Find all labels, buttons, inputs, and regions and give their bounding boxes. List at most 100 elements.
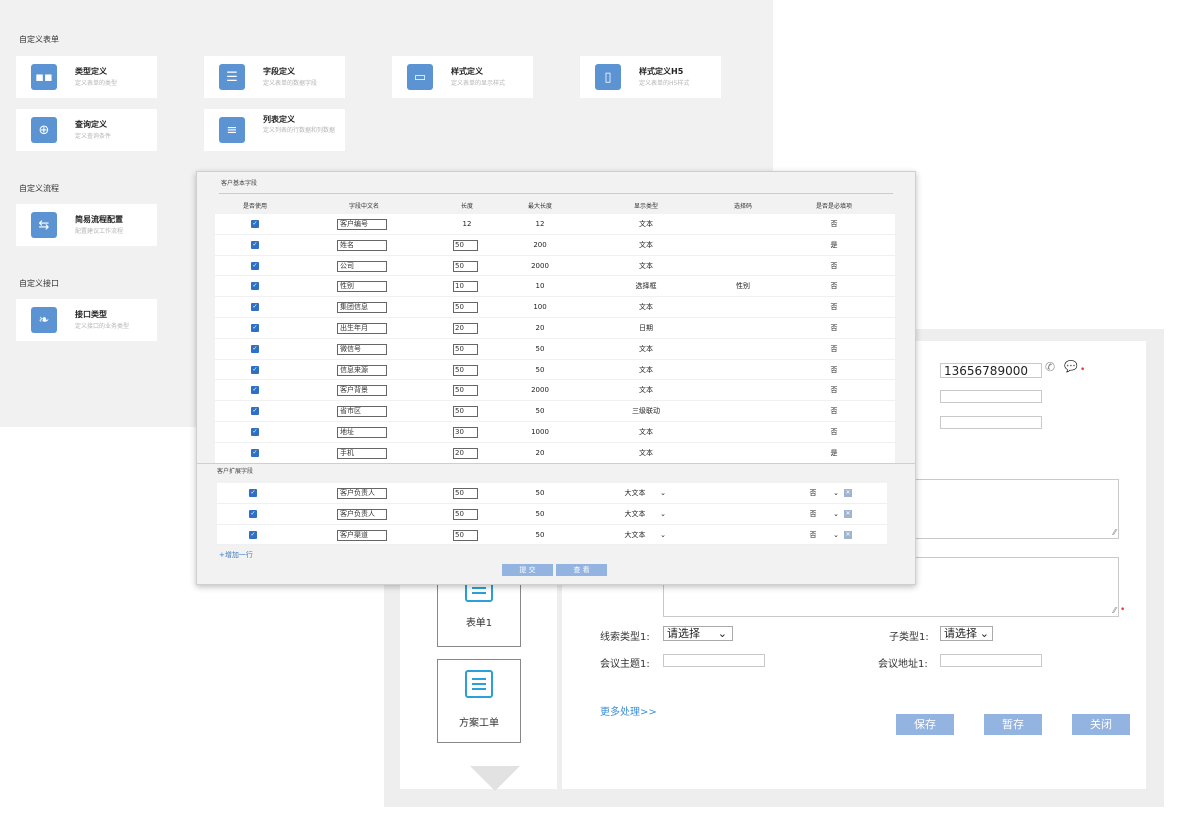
length-input[interactable]: 50 <box>453 406 478 418</box>
length-input[interactable]: 50 <box>453 529 478 541</box>
length-input[interactable]: 50 <box>453 508 478 520</box>
clue-type-value: 请选择 <box>667 627 700 640</box>
meeting-addr-input[interactable] <box>940 654 1042 667</box>
required-select[interactable]: 否 <box>810 504 817 524</box>
field-name-input[interactable]: 信息来源 <box>337 364 387 376</box>
length-input[interactable]: 50 <box>453 302 478 314</box>
field-name-input[interactable]: 出生年月 <box>337 322 387 334</box>
more-actions-link[interactable]: 更多处理>> <box>600 703 657 718</box>
use-checkbox[interactable]: ✓ <box>251 344 259 353</box>
use-checkbox[interactable]: ✓ <box>251 303 259 312</box>
use-checkbox[interactable]: ✓ <box>249 530 257 539</box>
field-name-input[interactable]: 手机 <box>337 447 387 459</box>
save-button[interactable]: 保存 <box>896 714 954 735</box>
length-input[interactable]: 20 <box>453 322 478 334</box>
max-length-value: 2000 <box>531 261 549 270</box>
field-name-input[interactable]: 地址 <box>337 426 387 438</box>
add-row-link[interactable]: +增加一行 <box>219 550 253 560</box>
field-name-input[interactable]: 客户负责人 <box>337 508 387 520</box>
delete-row-icon[interactable]: ✕ <box>844 530 852 539</box>
required-value: 否 <box>830 386 838 395</box>
card-desc: 定义查询条件 <box>75 133 112 140</box>
required-value: 否 <box>830 220 838 228</box>
field-dialog: 客户基本字段 是否使用 字段中文名 长度 最大长度 显示类型 选择码 是否是必填… <box>196 171 916 585</box>
message-icon[interactable]: 💬 <box>1064 360 1078 373</box>
card-api-type[interactable]: ❧ 接口类型 定义接口的业务类型 <box>16 299 157 341</box>
length-input[interactable]: 30 <box>453 426 478 438</box>
display-type-value: 文本 <box>639 344 653 353</box>
table-row: ✓ 客户渠道 50 50 大文本 ⌄ 否 ⌄ ✕ <box>217 524 887 546</box>
view-button[interactable]: 查 看 <box>556 564 607 576</box>
field-name-input[interactable]: 客户渠道 <box>337 529 387 541</box>
max-length-value: 50 <box>535 509 545 518</box>
required-value: 是 <box>830 240 838 249</box>
delete-row-icon[interactable]: ✕ <box>844 509 852 518</box>
field-name-input[interactable]: 客户编号 <box>337 219 387 230</box>
use-checkbox[interactable]: ✓ <box>249 509 257 518</box>
field-name-input[interactable]: 客户背景 <box>337 385 387 397</box>
field2-input[interactable] <box>940 390 1042 403</box>
length-input[interactable]: 10 <box>453 281 478 293</box>
group-divider <box>197 463 915 464</box>
field-name-input[interactable]: 公司 <box>337 260 387 272</box>
card-query-definition[interactable]: ⊕ 查询定义 定义查询条件 <box>16 109 157 151</box>
use-checkbox[interactable]: ✓ <box>251 282 259 291</box>
field-name-input[interactable]: 省市区 <box>337 406 387 418</box>
use-checkbox[interactable]: ✓ <box>251 427 259 436</box>
card-style-definition-h5[interactable]: ▯ 样式定义H5 定义表单的H5样式 <box>580 56 721 98</box>
chevron-down-icon: ⌄ <box>833 489 839 497</box>
use-checkbox[interactable]: ✓ <box>249 489 257 497</box>
phone-input[interactable]: 13656789000 <box>940 363 1042 378</box>
phone-icon[interactable]: ✆ <box>1045 360 1055 374</box>
display-type-value: 文本 <box>639 448 653 457</box>
header-length: 长度 <box>460 203 474 210</box>
field3-input[interactable] <box>940 416 1042 429</box>
field-name-input[interactable]: 客户负责人 <box>337 488 387 499</box>
use-checkbox[interactable]: ✓ <box>251 261 259 270</box>
display-type-select[interactable]: 大文本 <box>625 525 646 545</box>
field-name-input[interactable]: 集团信息 <box>337 302 387 314</box>
length-input[interactable]: 50 <box>453 239 478 251</box>
required-select[interactable]: 否 <box>810 525 817 545</box>
max-length-value: 10 <box>535 282 545 291</box>
use-checkbox[interactable]: ✓ <box>251 220 259 228</box>
field-name-input[interactable]: 性别 <box>337 281 387 293</box>
card-list-definition[interactable]: ≡ 列表定义 定义列表的行数据和列数据 <box>204 109 345 151</box>
sub-type-select[interactable]: 请选择 ⌄ <box>940 626 993 641</box>
display-type-select[interactable]: 大文本 <box>625 483 646 503</box>
card-type-definition[interactable]: ▪▪ 类型定义 定义表单的类型 <box>16 56 157 98</box>
flow-node-plan-order[interactable]: 方案工单 <box>437 659 521 743</box>
length-input[interactable]: 50 <box>453 364 478 376</box>
meeting-topic-input[interactable] <box>663 654 765 667</box>
card-field-definition[interactable]: ☰ 字段定义 定义表单的数据字段 <box>204 56 345 98</box>
required-select[interactable]: 否 <box>810 483 817 503</box>
table-row: ✓ 省市区 50 50 三级联动 否 <box>215 401 895 422</box>
table-row: ✓ 公司 50 2000 文本 否 <box>215 255 895 277</box>
card-style-definition[interactable]: ▭ 样式定义 定义表单的显示样式 <box>392 56 533 98</box>
leaf-icon: ❧ <box>31 307 57 333</box>
length-input[interactable]: 50 <box>453 488 478 499</box>
length-input[interactable]: 20 <box>453 447 478 459</box>
field-name-input[interactable]: 微信号 <box>337 343 387 355</box>
length-input[interactable]: 50 <box>453 343 478 355</box>
use-checkbox[interactable]: ✓ <box>251 407 259 416</box>
use-checkbox[interactable]: ✓ <box>251 365 259 374</box>
use-checkbox[interactable]: ✓ <box>251 386 259 395</box>
card-simple-flow-config[interactable]: ⇆ 简易流程配置 配置建议工作流程 <box>16 204 157 246</box>
close-button[interactable]: 关闭 <box>1072 714 1130 735</box>
clue-type-select[interactable]: 请选择 ⌄ <box>663 626 733 641</box>
field-name-input[interactable]: 姓名 <box>337 239 387 251</box>
use-checkbox[interactable]: ✓ <box>251 323 259 332</box>
use-checkbox[interactable]: ✓ <box>251 240 259 249</box>
temp-save-button[interactable]: 暂存 <box>984 714 1042 735</box>
submit-button[interactable]: 提 交 <box>502 564 553 576</box>
display-type-select[interactable]: 大文本 <box>625 504 646 524</box>
delete-row-icon[interactable]: ✕ <box>844 489 852 497</box>
card-title: 查询定义 <box>75 120 107 129</box>
length-input[interactable]: 50 <box>453 260 478 272</box>
max-length-value: 50 <box>535 407 545 416</box>
use-checkbox[interactable]: ✓ <box>251 448 259 457</box>
display-type-value: 文本 <box>639 240 653 249</box>
length-input[interactable]: 50 <box>453 385 478 397</box>
max-length-value: 50 <box>535 489 545 497</box>
